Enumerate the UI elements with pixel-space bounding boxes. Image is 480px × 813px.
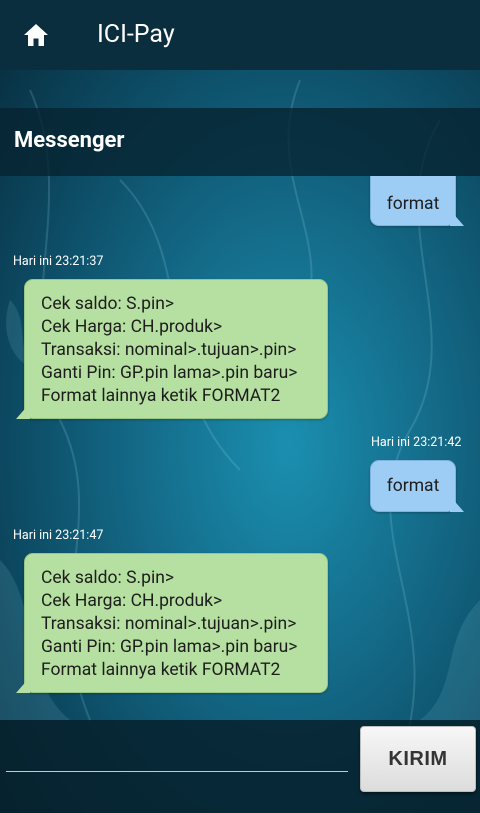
message-line: Format lainnya ketik FORMAT2 bbox=[41, 660, 281, 680]
incoming-message-bubble[interactable]: Cek saldo: S.pin> Cek Harga: CH.produk> … bbox=[16, 553, 328, 693]
message-text: format bbox=[386, 476, 440, 496]
outgoing-message-bubble[interactable]: format bbox=[370, 176, 464, 226]
message-input[interactable] bbox=[6, 728, 348, 772]
app-bar: ICI-Pay bbox=[0, 0, 480, 70]
message-list[interactable]: format Hari ini 23:21:37 Cek saldo: S.pi… bbox=[0, 176, 480, 720]
app-title: ICI-Pay bbox=[97, 20, 175, 49]
incoming-message-bubble[interactable]: Cek saldo: S.pin> Cek Harga: CH.produk> … bbox=[16, 279, 328, 419]
message-timestamp: Hari ini 23:21:47 bbox=[13, 528, 104, 543]
message-line: Transaksi: nominal>.tujuan>.pin> bbox=[41, 340, 297, 360]
message-line: Cek Harga: CH.produk> bbox=[41, 317, 223, 337]
outgoing-message-bubble[interactable]: format bbox=[370, 460, 464, 512]
message-timestamp: Hari ini 23:21:42 bbox=[371, 435, 462, 450]
message-line: Cek Harga: CH.produk> bbox=[41, 591, 223, 611]
message-timestamp: Hari ini 23:21:37 bbox=[13, 254, 104, 269]
message-line: Cek saldo: S.pin> bbox=[41, 294, 175, 314]
message-line: Cek saldo: S.pin> bbox=[41, 568, 175, 588]
home-icon bbox=[24, 24, 48, 46]
section-title: Messenger bbox=[14, 128, 125, 153]
message-line: Transaksi: nominal>.tujuan>.pin> bbox=[41, 614, 297, 634]
home-button[interactable] bbox=[20, 20, 52, 50]
message-line: Ganti Pin: GP.pin lama>.pin baru> bbox=[41, 363, 298, 383]
message-line: Format lainnya ketik FORMAT2 bbox=[41, 386, 281, 406]
message-line: Ganti Pin: GP.pin lama>.pin baru> bbox=[41, 637, 298, 657]
message-text: format bbox=[386, 194, 440, 214]
send-button[interactable]: KIRIM bbox=[360, 726, 476, 792]
